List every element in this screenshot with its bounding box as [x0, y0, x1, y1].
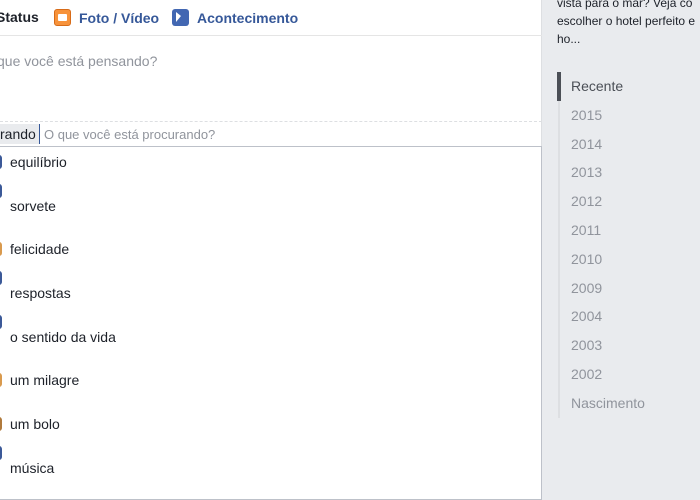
tab-photo-video[interactable]: Foto / Vídeo [54, 9, 159, 26]
sponsored-ad-text[interactable]: vista para o mar? Veja co escolher o hot… [557, 0, 700, 48]
suggestion-label: um bolo [10, 416, 60, 432]
list-item[interactable]: o sentido da vida [0, 315, 540, 359]
list-item[interactable]: música [0, 446, 540, 490]
timeline-year-nav: Recente 2015 2014 2013 2012 2011 2010 20… [557, 72, 688, 418]
timeline-item-2010[interactable]: 2010 [560, 245, 688, 274]
emoji-icon [0, 271, 2, 285]
list-item[interactable]: felicidade [0, 227, 540, 271]
timeline-item-recent[interactable]: Recente [557, 72, 688, 101]
emoji-icon [0, 184, 2, 198]
list-item[interactable]: um milagre [0, 358, 540, 402]
timeline-item-2004[interactable]: 2004 [560, 302, 688, 331]
suggestion-label: felicidade [10, 241, 70, 257]
suggestion-label: respostas [10, 285, 71, 301]
tab-status[interactable]: Status [0, 9, 39, 25]
tab-life-event-label: Acontecimento [197, 9, 299, 26]
emoji-icon [0, 417, 2, 431]
flag-icon [172, 9, 189, 26]
suggestion-dropdown: equilíbrio sorvete felicidade respostas … [0, 146, 542, 500]
timeline-item-2015[interactable]: 2015 [560, 101, 688, 130]
timeline-item-birth[interactable]: Nascimento [560, 389, 688, 418]
timeline-item-2003[interactable]: 2003 [560, 331, 688, 360]
tab-photo-video-label: Foto / Vídeo [79, 9, 160, 26]
ad-line: ho... [557, 32, 581, 46]
timeline-item-2002[interactable]: 2002 [560, 360, 688, 389]
timeline-item-2011[interactable]: 2011 [560, 216, 688, 245]
emoji-icon [0, 446, 2, 460]
ad-line: escolher o hotel perfeito e [557, 14, 696, 28]
composer-tabs: Status Foto / Vídeo Acontecimento [0, 0, 542, 36]
emoji-icon [0, 155, 2, 169]
suggestion-label: música [10, 460, 55, 476]
suggestion-label: o sentido da vida [10, 329, 116, 345]
ad-line: vista para o mar? Veja co [557, 0, 693, 10]
status-input-placeholder[interactable]: que você está pensando? [0, 53, 157, 69]
timeline-item-2012[interactable]: 2012 [560, 187, 688, 216]
photo-icon [54, 9, 71, 26]
suggestion-label: sorvete [10, 198, 56, 214]
suggestion-label: equilíbrio [10, 154, 67, 170]
list-item[interactable]: um bolo [0, 402, 540, 446]
status-composer: Status Foto / Vídeo Acontecimento que vo… [0, 0, 542, 500]
tab-status-label: Status [0, 9, 39, 25]
timeline-item-2009[interactable]: 2009 [560, 274, 688, 303]
emoji-icon [0, 242, 2, 256]
emoji-icon [0, 315, 2, 329]
list-item[interactable]: respostas [0, 271, 540, 315]
list-item[interactable]: equilíbrio [0, 140, 540, 184]
tab-life-event[interactable]: Acontecimento [172, 9, 298, 26]
timeline-item-2014[interactable]: 2014 [560, 130, 688, 159]
timeline-item-2013[interactable]: 2013 [560, 158, 688, 187]
emoji-icon [0, 373, 2, 387]
suggestion-label: um milagre [10, 372, 80, 388]
list-item[interactable]: sorvete [0, 184, 540, 228]
